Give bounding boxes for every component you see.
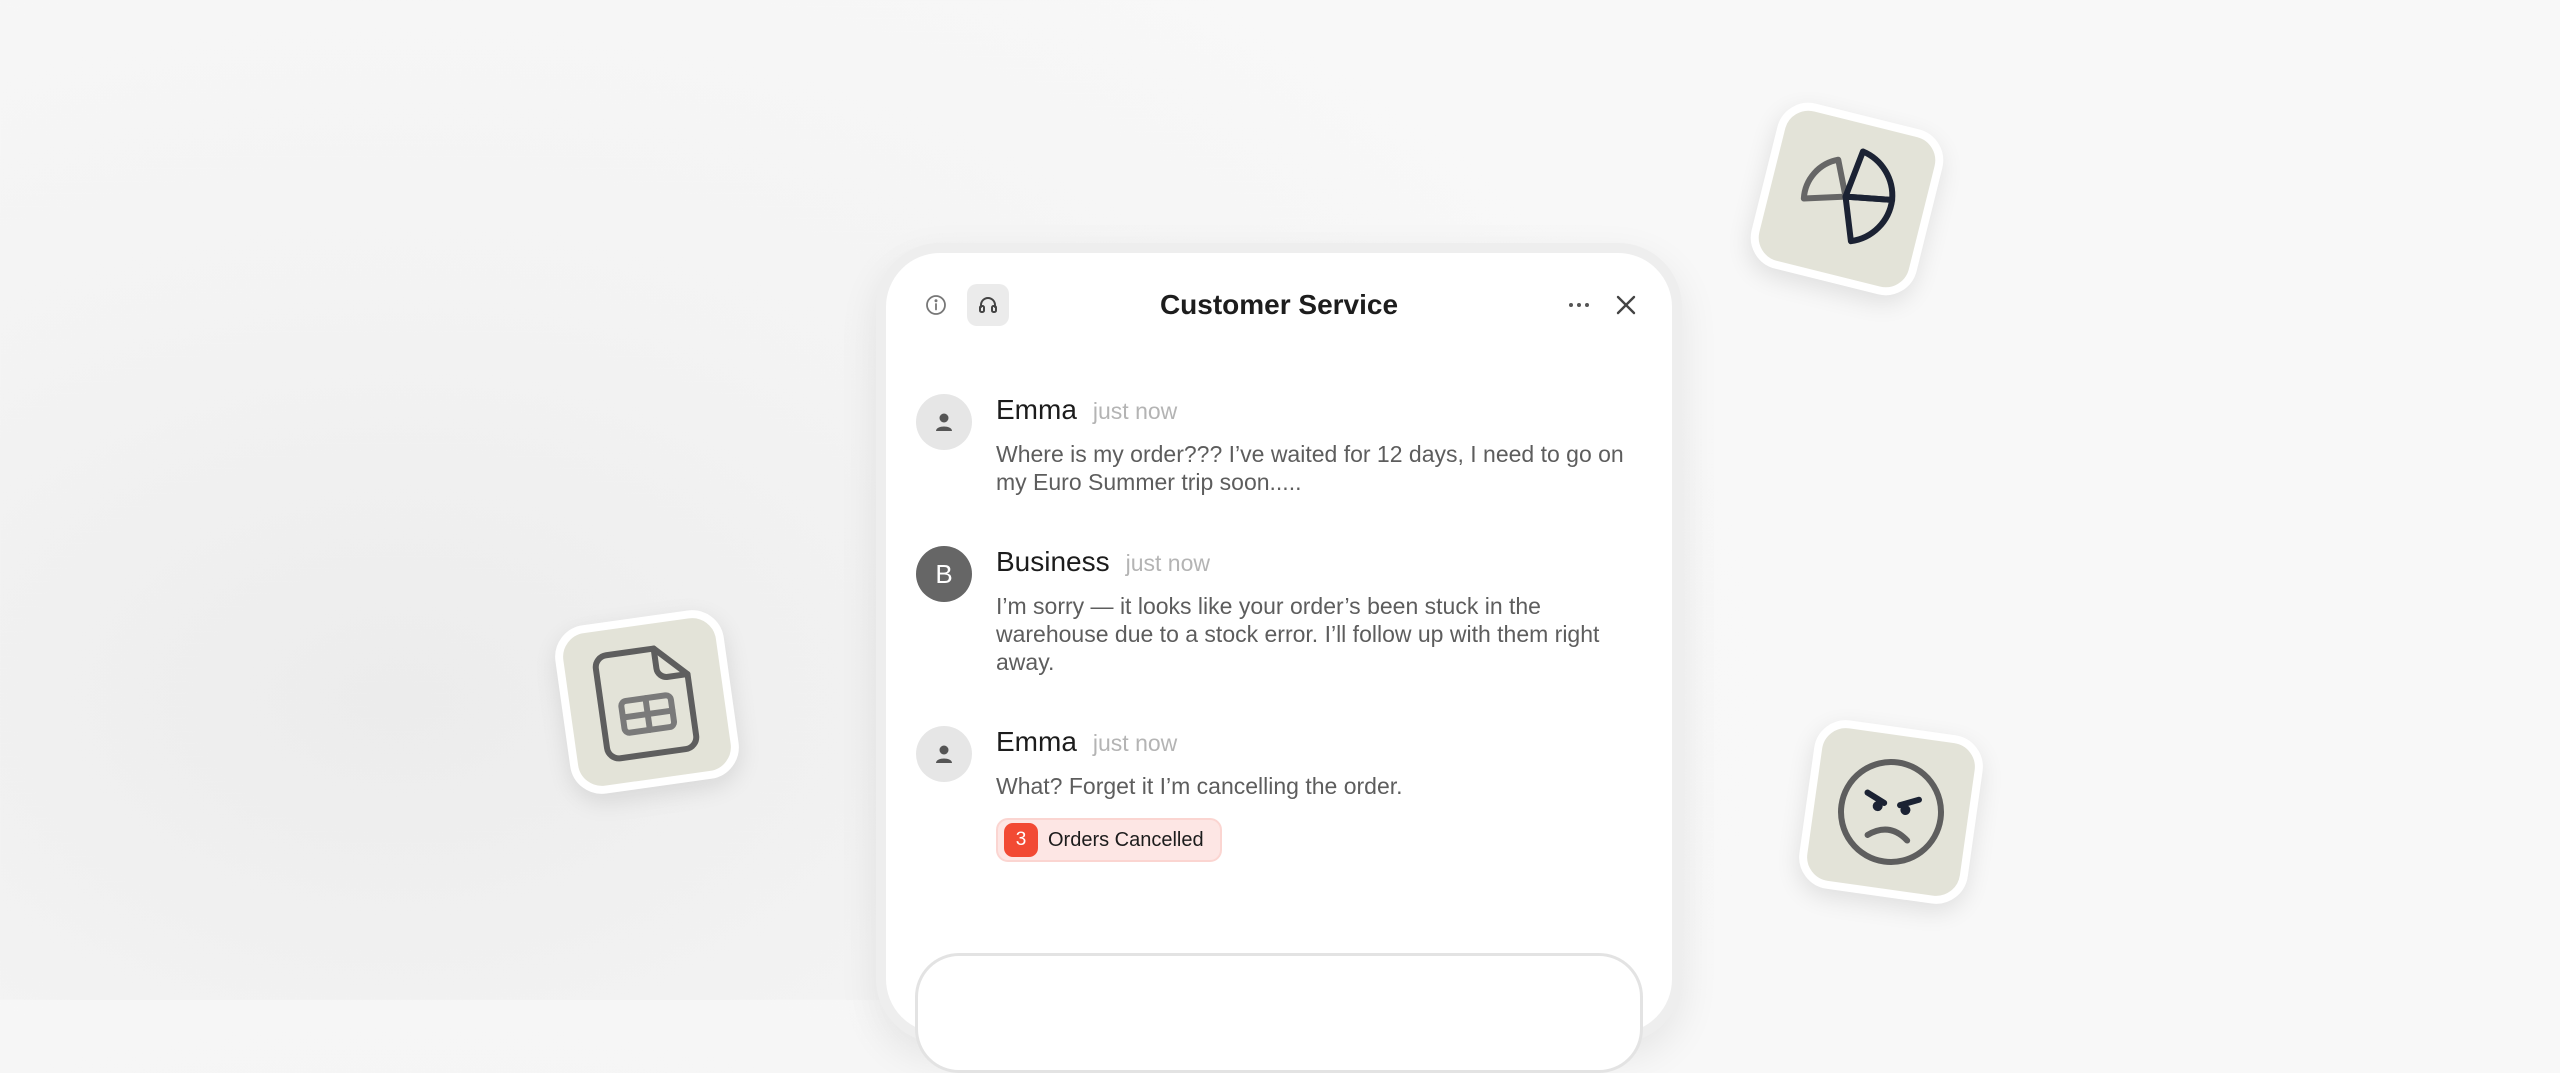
- sender-name: Emma: [996, 394, 1077, 425]
- message-timestamp: just now: [1125, 550, 1210, 576]
- page-title: Customer Service: [1159, 289, 1399, 320]
- close-button[interactable]: [1611, 290, 1641, 320]
- more-options-button[interactable]: [1564, 291, 1594, 319]
- message-header: Emma just now: [996, 394, 1177, 426]
- message-text: What? Forget it I’m cancelling the order…: [996, 773, 1403, 799]
- spreadsheet-icon: [592, 645, 700, 762]
- avatar: [916, 394, 972, 450]
- message-composer[interactable]: [915, 953, 1643, 1073]
- pie-chart-icon: [1800, 148, 1896, 245]
- sender-name: Emma: [996, 726, 1077, 757]
- angry-face-tile: [1794, 715, 1988, 909]
- badge-count: 3: [1004, 823, 1038, 857]
- chat-header: Customer Service: [886, 253, 1672, 353]
- avatar: [916, 726, 972, 782]
- sender-name: Business: [996, 546, 1110, 577]
- user-icon: [936, 745, 952, 763]
- chat-panel: Customer Service Emma just now Where is …: [876, 243, 1682, 1073]
- message-header: Business just now: [996, 546, 1210, 578]
- message-header: Emma just now: [996, 726, 1177, 758]
- pie-chart-tile: [1743, 95, 1951, 303]
- chat-message: Emma just now What? Forget it I’m cancel…: [916, 726, 1636, 876]
- message-timestamp: just now: [1092, 730, 1178, 756]
- badge-label: Orders Cancelled: [1048, 828, 1204, 851]
- avatar: B: [916, 546, 972, 602]
- chat-message: B Business just now I’m sorry — it looks…: [916, 546, 1636, 686]
- spreadsheet-tile: [550, 605, 744, 799]
- message-timestamp: just now: [1092, 398, 1178, 424]
- message-text: Where is my order??? I’ve waited for 12 …: [996, 441, 1624, 495]
- orders-cancelled-badge[interactable]: 3 Orders Cancelled: [996, 818, 1222, 862]
- message-input[interactable]: [958, 996, 1562, 1038]
- angry-face-icon: [1838, 759, 1944, 865]
- chat-message: Emma just now Where is my order??? I’ve …: [916, 394, 1636, 504]
- close-icon: [1616, 295, 1636, 315]
- message-text: I’m sorry — it looks like your order’s b…: [996, 593, 1600, 675]
- user-icon: [936, 413, 952, 431]
- avatar-letter: B: [935, 558, 953, 589]
- more-icon: [1569, 303, 1589, 307]
